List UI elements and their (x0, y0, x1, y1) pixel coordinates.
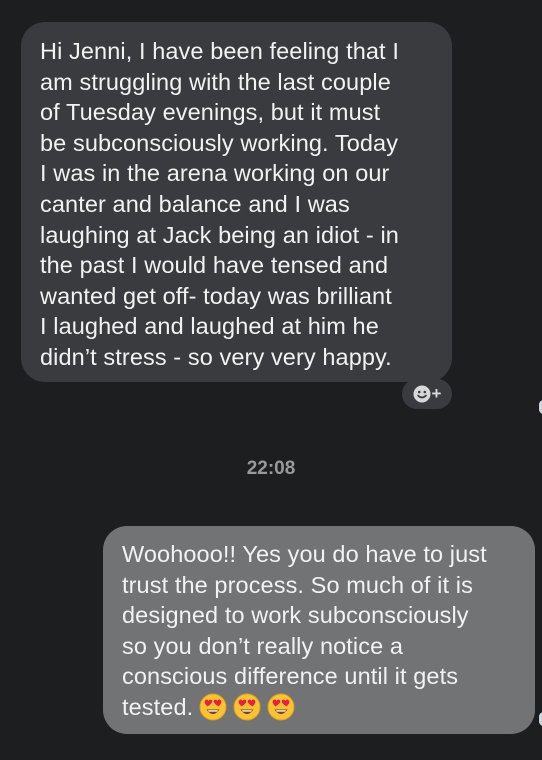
message-line: designed to work subconsciously (122, 602, 469, 629)
plus-icon: + (431, 384, 442, 403)
smiley-icon (413, 385, 431, 403)
message-line: conscious difference until it gets (122, 663, 459, 690)
message-line: of Tuesday evenings, but it must (40, 99, 381, 126)
message-line: Woohooo!! Yes you do have to just (122, 541, 487, 567)
heart-eyes-emoji-icon (267, 693, 295, 721)
add-reaction-button[interactable]: + (402, 379, 452, 409)
message-line: Hi Jenni, I have been feeling that I (40, 38, 399, 64)
message-line: I was in the arena working on our (40, 160, 390, 187)
incoming-message-bubble[interactable]: Hi Jenni, I have been feeling that I am … (21, 22, 452, 382)
message-line: I laughed and laughed at him he (40, 313, 379, 340)
message-timestamp: 22:08 (246, 458, 296, 479)
message-line-last: tested. (122, 692, 527, 723)
heart-eyes-emoji-icon (199, 693, 227, 721)
message-line: didn’t stress - so very very happy. (40, 343, 392, 370)
message-line: be subconsciously working. Today (40, 129, 399, 156)
message-line: trust the process. So much of it is (122, 571, 473, 598)
message-line: the past I would have tensed and (40, 252, 389, 279)
message-line: so you don’t really notice a (122, 632, 404, 659)
outgoing-message-bubble[interactable]: Woohooo!! Yes you do have to just trust … (103, 526, 535, 734)
message-line: am struggling with the last couple (40, 68, 391, 95)
message-text: tested. (122, 693, 194, 720)
message-line: canter and balance and I was (40, 190, 350, 217)
message-line: wanted get off- today was brilliant (40, 282, 392, 309)
message-line: laughing at Jack being an idiot - in (40, 221, 399, 248)
heart-eyes-emoji-icon (233, 693, 261, 721)
emoji-group (199, 693, 295, 721)
